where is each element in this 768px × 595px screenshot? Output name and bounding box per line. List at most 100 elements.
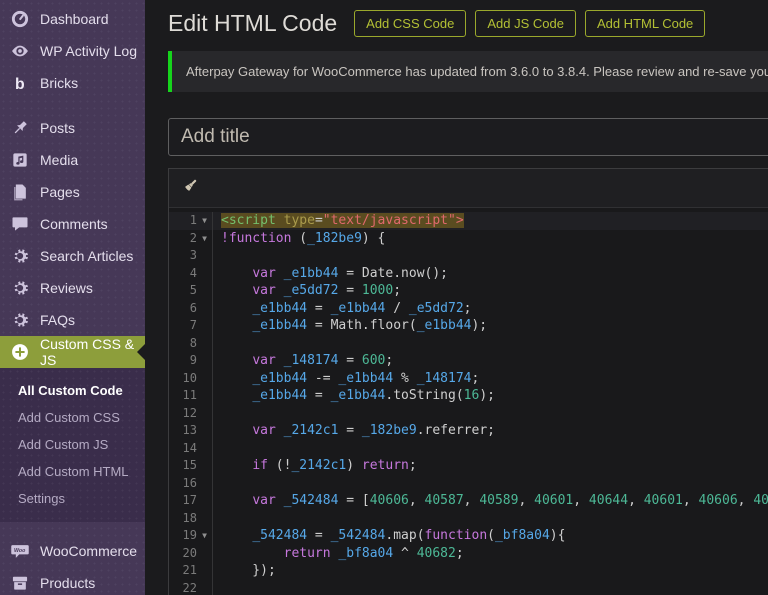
sidebar-item-label: Pages xyxy=(40,184,80,200)
code-editor[interactable]: 1▼<script type="text/javascript">2▼!func… xyxy=(169,208,768,595)
wordpress-admin-page: DashboardWP Activity Log b Bricks Posts Medi… xyxy=(0,0,768,595)
line-number: 1 xyxy=(169,212,197,230)
code-text: _e1bb44 = Math.floor(_e1bb44); xyxy=(213,317,768,335)
sidebar-item-media[interactable]: Media xyxy=(0,144,145,176)
svg-text:b: b xyxy=(15,76,25,93)
code-text xyxy=(213,405,768,423)
title-input[interactable] xyxy=(168,118,768,156)
fold-gutter xyxy=(197,457,212,475)
sidebar-item-custom-css-js[interactable]: Custom CSS & JS xyxy=(0,336,145,368)
line-number: 13 xyxy=(169,422,197,440)
code-text: var _148174 = 600; xyxy=(213,352,768,370)
line-number: 8 xyxy=(169,335,197,353)
add-css-code-button[interactable]: Add CSS Code xyxy=(354,10,466,37)
line-number: 18 xyxy=(169,510,197,528)
sidebar-item-label: FAQs xyxy=(40,312,75,328)
sidebar-item-search-articles[interactable]: Search Articles xyxy=(0,240,145,272)
line-number: 21 xyxy=(169,562,197,580)
fold-gutter xyxy=(197,440,212,458)
sidebar-item-reviews[interactable]: Reviews xyxy=(0,272,145,304)
code-line: 6 _e1bb44 = _e1bb44 / _e5dd72; xyxy=(169,300,768,318)
fold-gutter xyxy=(197,300,212,318)
line-number: 6 xyxy=(169,300,197,318)
code-text: var _2142c1 = _182be9.referrer; xyxy=(213,422,768,440)
notice-text: Afterpay Gateway for WooCommerce has upd… xyxy=(186,64,768,79)
main-content: Edit HTML Code Add CSS CodeAdd JS CodeAd… xyxy=(145,0,768,595)
sidebar-item-label: WooCommerce xyxy=(40,543,137,559)
line-number: 11 xyxy=(169,387,197,405)
pages-icon xyxy=(10,182,30,202)
sidebar-item-label: Products xyxy=(40,575,95,591)
code-text xyxy=(213,580,768,595)
submenu-item-add-custom-css[interactable]: Add Custom CSS xyxy=(0,404,145,431)
fold-gutter xyxy=(197,545,212,563)
custom-css-js-submenu: All Custom CodeAdd Custom CSSAdd Custom … xyxy=(0,368,145,522)
sidebar-item-dashboard[interactable]: Dashboard xyxy=(0,3,145,35)
submenu-item-add-custom-html[interactable]: Add Custom HTML xyxy=(0,458,145,485)
fold-gutter xyxy=(197,492,212,510)
code-line: 16 xyxy=(169,475,768,493)
fold-gutter xyxy=(197,580,212,595)
code-text: _e1bb44 = _e1bb44.toString(16); xyxy=(213,387,768,405)
submenu-item-all-custom-code[interactable]: All Custom Code xyxy=(0,377,145,404)
fold-gutter xyxy=(197,370,212,388)
fold-gutter xyxy=(197,422,212,440)
code-line: 20 return _bf8a04 ^ 40682; xyxy=(169,545,768,563)
sidebar-item-posts[interactable]: Posts xyxy=(0,112,145,144)
fold-gutter xyxy=(197,265,212,283)
code-text xyxy=(213,247,768,265)
sidebar-item-label: Bricks xyxy=(40,75,78,91)
line-number: 14 xyxy=(169,440,197,458)
editor-toolbar xyxy=(169,169,768,208)
sidebar-item-pages[interactable]: Pages xyxy=(0,176,145,208)
eye-icon xyxy=(10,41,30,61)
sidebar-item-comments[interactable]: Comments xyxy=(0,208,145,240)
submenu-item-add-custom-js[interactable]: Add Custom JS xyxy=(0,431,145,458)
code-text: <script type="text/javascript"> xyxy=(213,212,768,230)
sidebar-item-wp-activity-log[interactable]: WP Activity Log xyxy=(0,35,145,67)
sidebar-item-woocommerce[interactable]: WooWooCommerce xyxy=(0,535,145,567)
sidebar-item-products[interactable]: Products xyxy=(0,567,145,595)
brush-icon[interactable] xyxy=(181,176,200,200)
code-text xyxy=(213,475,768,493)
line-number: 15 xyxy=(169,457,197,475)
line-number: 16 xyxy=(169,475,197,493)
gear-icon xyxy=(10,246,30,266)
code-text: _542484 = _542484.map(function(_bf8a04){ xyxy=(213,527,768,545)
line-number: 10 xyxy=(169,370,197,388)
add-js-code-button[interactable]: Add JS Code xyxy=(475,10,576,37)
code-text: }); xyxy=(213,562,768,580)
fold-gutter xyxy=(197,405,212,423)
line-number: 12 xyxy=(169,405,197,423)
code-line: 11 _e1bb44 = _e1bb44.toString(16); xyxy=(169,387,768,405)
gear-icon xyxy=(10,310,30,330)
fold-arrow-icon[interactable]: ▼ xyxy=(197,212,212,230)
code-line: 4 var _e1bb44 = Date.now(); xyxy=(169,265,768,283)
sidebar-item-faqs[interactable]: FAQs xyxy=(0,304,145,336)
code-text xyxy=(213,335,768,353)
code-text: var _e5dd72 = 1000; xyxy=(213,282,768,300)
sidebar-item-label: Media xyxy=(40,152,78,168)
fold-arrow-icon[interactable]: ▼ xyxy=(197,527,212,545)
fold-gutter xyxy=(197,247,212,265)
add-html-code-button[interactable]: Add HTML Code xyxy=(585,10,705,37)
code-line: 14 xyxy=(169,440,768,458)
sidebar-item-label: Comments xyxy=(40,216,108,232)
fold-gutter xyxy=(197,317,212,335)
code-line: 13 var _2142c1 = _182be9.referrer; xyxy=(169,422,768,440)
fold-arrow-icon[interactable]: ▼ xyxy=(197,230,212,248)
gear-icon xyxy=(10,278,30,298)
sidebar-item-bricks[interactable]: b Bricks xyxy=(0,67,145,99)
fold-gutter xyxy=(197,475,212,493)
dashboard-icon xyxy=(10,9,30,29)
code-line: 10 _e1bb44 -= _e1bb44 % _148174; xyxy=(169,370,768,388)
code-line: 21 }); xyxy=(169,562,768,580)
sidebar-item-label: Search Articles xyxy=(40,248,133,264)
code-line: 8 xyxy=(169,335,768,353)
submenu-item-settings[interactable]: Settings xyxy=(0,485,145,512)
code-line: 17 var _542484 = [40606, 40587, 40589, 4… xyxy=(169,492,768,510)
pushpin-icon xyxy=(10,118,30,138)
code-text: !function (_182be9) { xyxy=(213,230,768,248)
media-icon xyxy=(10,150,30,170)
code-line: 7 _e1bb44 = Math.floor(_e1bb44); xyxy=(169,317,768,335)
